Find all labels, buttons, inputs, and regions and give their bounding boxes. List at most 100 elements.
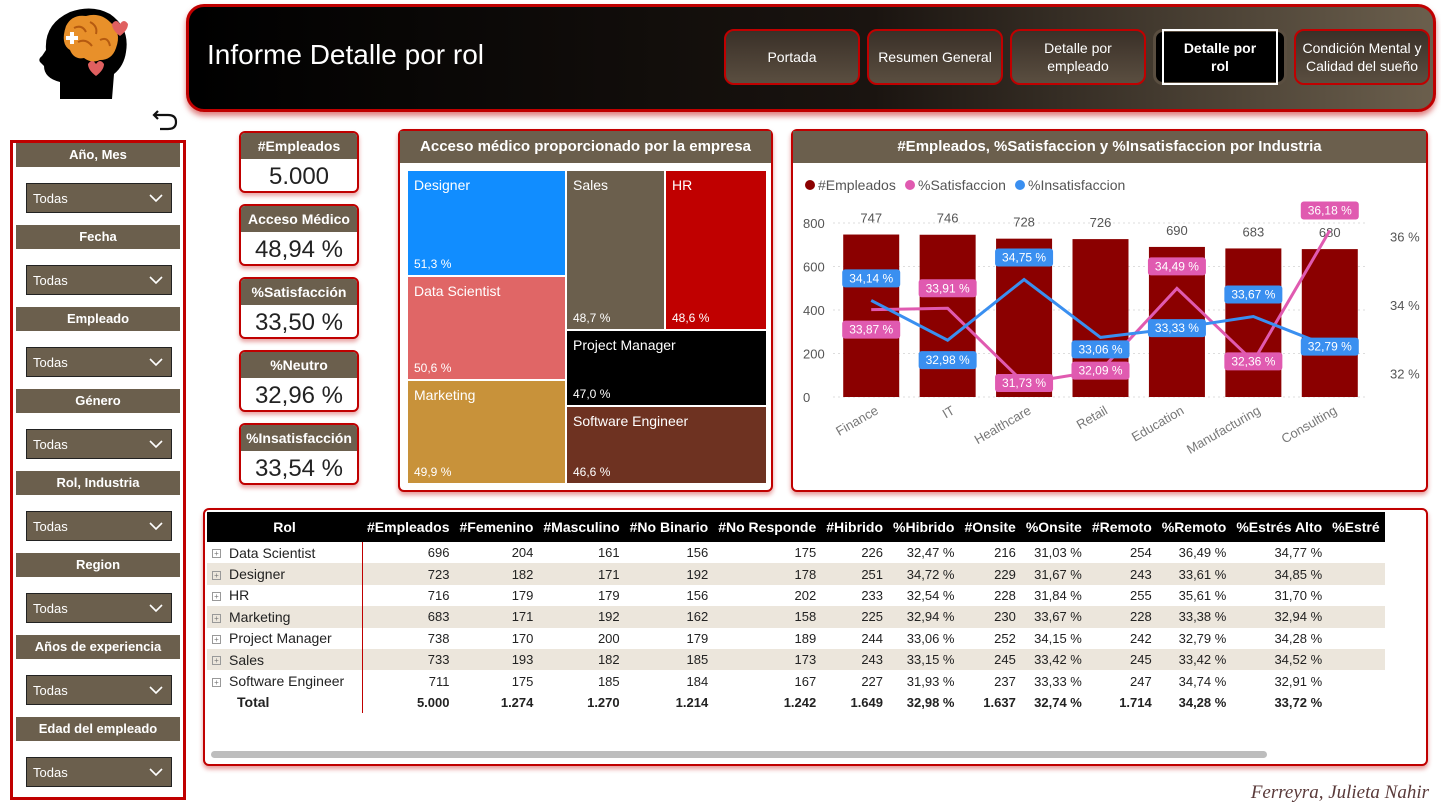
table-row[interactable]: + Designer 723 182 171 192 178 251 34,72 % 229 31,… [207,563,1385,585]
column-header[interactable]: %Remoto [1156,512,1232,542]
table-cell: 31,84 % [1034,587,1082,603]
chevron-down-icon [149,194,163,203]
role-cell: + Sales [207,648,363,671]
table-row[interactable]: + HR 716 179 179 156 202 233 32,54 % 228 31,84 % 25… [207,584,1385,607]
treemap-tile[interactable]: Marketing 49,9 % [408,381,565,483]
table-row[interactable]: + Marketing 683 171 192 162 158 225 32,94 % 230 33… [207,606,1385,628]
role-cell: + Software Engineer [207,670,363,692]
header-bar: Informe Detalle por rol Portada Resumen … [186,4,1436,112]
column-header[interactable]: %Estrés Alto [1231,512,1328,542]
column-header[interactable]: #No Responde [713,512,822,542]
table-cell: 156 [686,545,709,561]
chevron-down-icon [149,768,163,777]
table-cell [1327,628,1384,649]
bar-data-label: 726 [1090,215,1112,230]
table-row[interactable]: + Data Scientist 696 204 161 156 175 226 32,47 %… [207,542,1385,564]
treemap-tile-label: Sales [573,177,609,193]
treemap-tile[interactable]: Data Scientist 50,6 % [408,277,565,379]
filter-dropdown[interactable]: Todas [26,429,172,459]
expand-row-icon[interactable]: + [212,592,221,602]
table-cell: 723 [362,563,455,585]
nav-condicion-mental-button[interactable]: Condición Mental y Calidad del sueño [1294,29,1430,85]
expand-row-icon[interactable]: + [212,677,221,687]
bar-data-label: 728 [1013,215,1035,230]
filter-dropdown[interactable]: Todas [26,265,172,295]
nav-detalle-rol-button[interactable]: Detalle por rol [1153,29,1287,85]
table-cell: 33,67 % [1020,606,1087,628]
column-header[interactable]: #Masculino [538,512,625,542]
filter-dropdown[interactable]: Todas [26,675,172,705]
filter-dropdown[interactable]: Todas [26,183,172,213]
total-cell: 1.214 [675,694,709,710]
kpi-title: %Satisfacción [241,279,357,305]
nav-detalle-empleado-button[interactable]: Detalle por empleado [1010,29,1146,85]
treemap-tile[interactable]: Designer 51,3 % [408,171,565,275]
table-cell: 179 [686,630,709,646]
treemap-tile[interactable]: Sales 48,7 % [567,171,664,329]
column-header[interactable]: #Remoto [1086,512,1157,542]
column-header[interactable]: %Estré [1327,512,1385,542]
column-header[interactable]: %Hibrido [888,512,960,542]
row-label: Marketing [229,608,291,625]
row-label: Sales [229,651,265,668]
expand-row-icon[interactable]: + [212,549,221,559]
treemap-tile-value: 49,9 % [414,465,452,479]
column-header[interactable]: #Onsite [959,512,1021,542]
table-cell: 184 [686,673,709,689]
filter-dropdown-value: Todas [33,683,68,698]
total-cell: 1.242 [783,694,817,710]
treemap-tile-value: 47,0 % [573,387,611,401]
table-cell: 204 [511,545,534,561]
column-header[interactable]: #Hibrido [821,512,889,542]
nav-portada-button[interactable]: Portada [724,29,860,85]
line-data-label: 34,75 % [1002,251,1046,265]
column-header[interactable]: Rol [207,512,362,542]
nav-resumen-general-button[interactable]: Resumen General [867,29,1003,85]
chevron-down-icon [149,604,163,613]
column-header[interactable]: %Onsite [1020,512,1087,542]
table-row[interactable]: + Project Manager 738 170 200 179 189 244 33,06 … [207,627,1385,649]
filter-dropdown[interactable]: Todas [26,593,172,623]
x-tick-label: Consulting [1279,403,1340,447]
expand-row-icon[interactable]: + [212,635,221,645]
table-row[interactable]: + Software Engineer 711 175 185 184 167 227 31,9… [207,670,1385,692]
y-left-tick-label: 800 [803,216,825,231]
chevron-down-icon [149,358,163,367]
table-header-row: Rol #Empleados #Femenino #Masculino #No Bina… [207,512,1385,542]
column-header[interactable]: #Femenino [454,512,539,542]
treemap-tile[interactable]: HR 48,6 % [666,171,766,329]
treemap-tile-value: 48,6 % [672,311,710,325]
column-header[interactable]: #No Binario [624,512,714,542]
filter-dropdown-value: Todas [33,191,68,206]
bar [1301,249,1358,397]
filter-dropdown-value: Todas [33,765,68,780]
filter-dropdown-value: Todas [33,519,68,534]
filter-dropdown[interactable]: Todas [26,511,172,541]
expand-row-icon[interactable]: + [212,656,221,666]
table-cell: 171 [538,563,625,585]
y-left-tick-label: 400 [803,303,825,318]
column-header[interactable]: #Empleados [362,512,455,542]
treemap-tile[interactable]: Project Manager 47,0 % [567,331,766,405]
expand-row-icon[interactable]: + [212,613,221,623]
table-row[interactable]: + Sales 733 193 182 185 173 243 33,15 % 245 33,42 … [207,648,1385,671]
horizontal-scrollbar[interactable] [211,751,1267,758]
total-cell: 33,72 % [1274,694,1323,710]
table-cell: 245 [1086,648,1157,671]
treemap-tile-label: HR [672,177,693,193]
table-cell [1327,542,1384,563]
expand-row-icon[interactable]: + [212,570,221,580]
filter-dropdown[interactable]: Todas [26,347,172,377]
filter-dropdown[interactable]: Todas [26,757,172,787]
bar-data-label: 690 [1166,223,1188,238]
table-cell: 254 [1130,545,1152,561]
treemap-tile[interactable]: Software Engineer 46,6 % [567,407,766,483]
bar [919,234,976,397]
table-cell: 34,28 % [1274,630,1323,646]
treemap-tile-value: 50,6 % [414,361,452,375]
table-cell: 189 [794,630,817,646]
table-cell: 33,42 % [1156,648,1232,671]
treemap-tile-label: Designer [414,177,471,193]
back-arrow-icon[interactable] [150,103,180,133]
total-cell: 1.270 [587,694,620,710]
